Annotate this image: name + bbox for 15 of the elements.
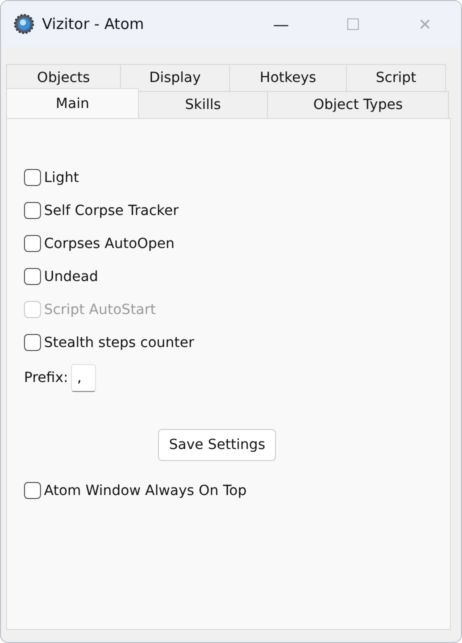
checkbox[interactable]: Undead <box>24 266 98 287</box>
minimize-button[interactable]: — <box>245 1 317 47</box>
tab[interactable]: Main <box>6 88 139 118</box>
prefix-label: Prefix: <box>24 370 68 386</box>
tab[interactable]: Script <box>346 64 446 91</box>
checkbox[interactable]: Atom Window Always On Top <box>24 480 247 501</box>
checkbox[interactable]: Stealth steps counter <box>24 332 194 353</box>
save-settings-button[interactable]: Save Settings <box>158 429 276 461</box>
window-title: Vizitor - Atom <box>42 15 144 33</box>
checkbox[interactable]: Corpses AutoOpen <box>24 233 175 254</box>
tab[interactable]: Object Types <box>267 91 449 118</box>
checkbox[interactable]: Self Corpse Tracker <box>24 200 179 221</box>
prefix-field[interactable]: , <box>71 364 96 392</box>
app-gear-icon <box>14 14 34 34</box>
checkbox[interactable]: Light <box>24 167 79 188</box>
